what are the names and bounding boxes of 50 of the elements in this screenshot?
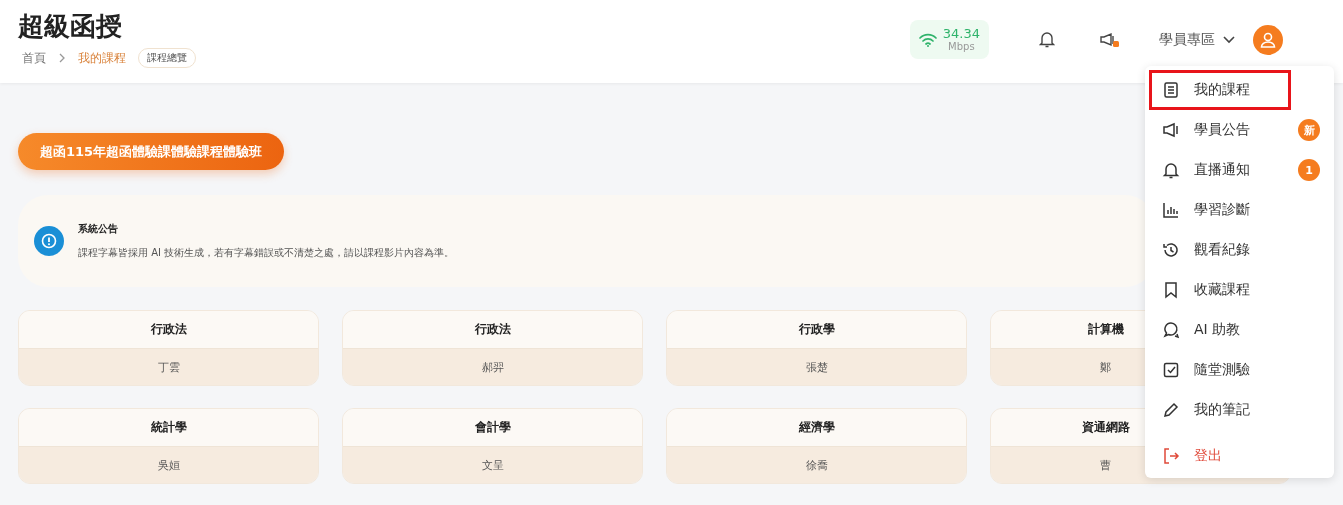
menu-item[interactable]: 觀看紀錄 (1149, 230, 1330, 270)
site-title: 超級函授 (18, 10, 123, 42)
chat-icon (1162, 321, 1180, 339)
course-teacher: 文呈 (343, 447, 642, 483)
notice-text: 課程字幕皆採用 AI 技術生成，若有字幕錯誤或不清楚之處，請以課程影片內容為準。 (78, 246, 455, 260)
course-card[interactable]: 會計學 文呈 (342, 408, 643, 484)
check-icon (1162, 361, 1180, 379)
notice-title: 系統公告 (78, 222, 119, 236)
logout-icon (1162, 447, 1180, 465)
chevron-icon (58, 53, 66, 63)
chart-icon (1162, 201, 1180, 219)
chevron-down-icon (1223, 35, 1235, 44)
course-subject: 行政學 (667, 311, 966, 349)
course-teacher: 丁雲 (19, 349, 318, 385)
alert-icon (34, 226, 64, 256)
course-card[interactable]: 行政學 張楚 (666, 310, 967, 386)
course-teacher: 吳姮 (19, 447, 318, 483)
breadcrumb-link[interactable]: 首頁 (18, 49, 46, 67)
course-subject: 行政法 (343, 311, 642, 349)
menu-item[interactable]: 收藏課程 (1149, 270, 1330, 310)
course-teacher: 徐喬 (667, 447, 966, 483)
megaphone-icon (1162, 121, 1180, 139)
menu-item[interactable]: 直播通知 1 (1149, 150, 1330, 190)
pen-icon (1162, 401, 1180, 419)
menu-item[interactable]: 我的課程 (1149, 70, 1291, 110)
menu-badge: 1 (1298, 159, 1320, 181)
menu-badge: 新 (1298, 119, 1320, 141)
course-card[interactable]: 行政法 郝羿 (342, 310, 643, 386)
menu-item[interactable]: 學員公告 新 (1149, 110, 1330, 150)
menu-item[interactable]: 學習診斷 (1149, 190, 1330, 230)
course-subject: 行政法 (19, 311, 318, 349)
history-icon (1162, 241, 1180, 259)
book-icon (1162, 81, 1180, 99)
wifi-icon (918, 32, 937, 47)
avatar[interactable] (1253, 24, 1283, 55)
bell-icon (1039, 31, 1055, 48)
course-card[interactable]: 經濟學 徐喬 (666, 408, 967, 484)
course-teacher: 張楚 (667, 349, 966, 385)
course-teacher: 郝羿 (343, 349, 642, 385)
speed-unit: Mbps (948, 39, 975, 53)
course-subject: 經濟學 (667, 409, 966, 447)
course-subject: 統計學 (19, 409, 318, 447)
course-subject: 會計學 (343, 409, 642, 447)
megaphone-icon (1099, 31, 1119, 48)
speed-value: 34.34 (942, 26, 980, 40)
bookmark-icon (1162, 281, 1180, 299)
course-card[interactable]: 行政法 丁雲 (18, 310, 319, 386)
bell-icon (1162, 161, 1180, 179)
course-card[interactable]: 統計學 吳姮 (18, 408, 319, 484)
user-menu-button[interactable]: 學員專區 (1153, 29, 1241, 50)
